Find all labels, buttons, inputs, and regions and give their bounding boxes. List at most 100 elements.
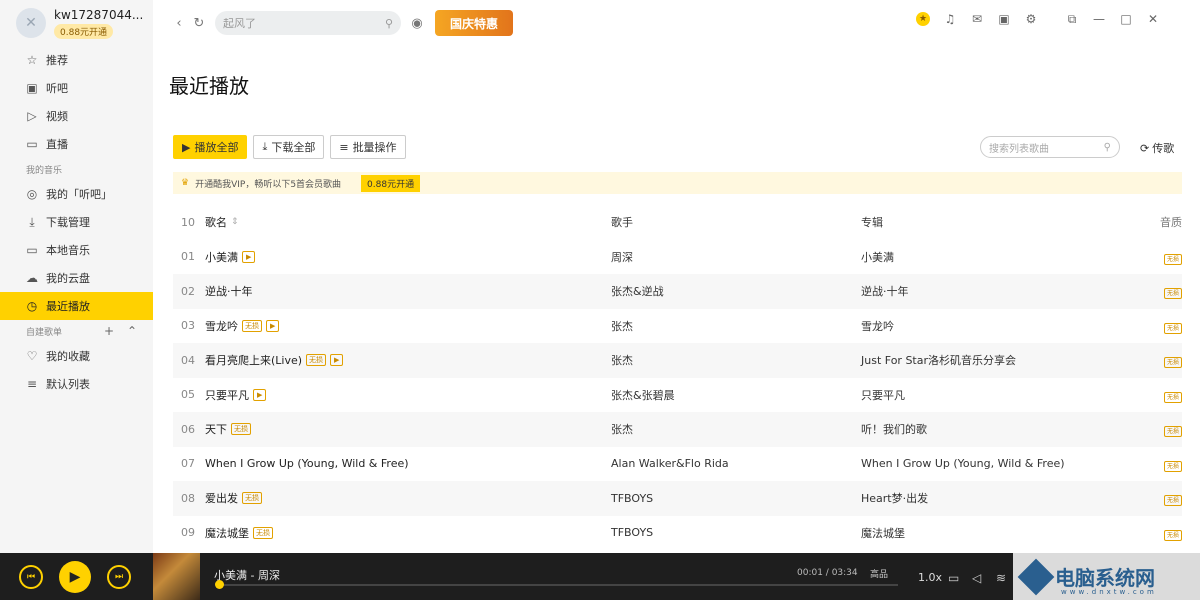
song-artist[interactable]: 张杰&逆战	[611, 283, 861, 299]
song-name[interactable]: 逆战·十年	[205, 283, 611, 299]
search-icon[interactable]: ⚲	[1104, 142, 1111, 153]
next-button[interactable]: ⏭	[107, 565, 131, 589]
table-row[interactable]: 07 When I Grow Up (Young, Wild & Free) Ala…	[173, 447, 1182, 482]
row-index: 02	[181, 284, 195, 298]
table-row[interactable]: 05 只要平凡 ▶ 张杰&张碧晨 只要平凡 无损	[173, 378, 1182, 413]
sidebar-item-cloud[interactable]: ☁ 我的云盘	[0, 264, 153, 292]
table-row[interactable]: 04 看月亮爬上来(Live) 无损 ▶ 张杰 Just For Star洛杉矶音乐分享会…	[173, 343, 1182, 378]
settings-icon[interactable]: ⚙	[1024, 12, 1038, 26]
sidebar-item-download[interactable]: ⤓ 下载管理	[0, 208, 153, 236]
sidebar-item-video[interactable]: ▷ 视频	[0, 102, 153, 130]
table-row[interactable]: 01 小美满 ▶ 周深 小美满 无损	[173, 240, 1182, 275]
song-artist[interactable]: Alan Walker&Flo Rida	[611, 457, 861, 470]
batch-button[interactable]: ≡ 批量操作	[330, 135, 406, 159]
crown-icon: ♛	[181, 178, 190, 188]
prev-button[interactable]: ⏮	[19, 565, 43, 589]
collapse-icon[interactable]: ⌃	[127, 324, 137, 338]
progress-knob[interactable]	[215, 580, 225, 589]
mail-icon[interactable]: ✉	[970, 12, 984, 26]
sidebar-item-heart[interactable]: ♡ 我的收藏	[0, 342, 153, 370]
song-album[interactable]: 小美满	[861, 249, 1152, 265]
sidebar-item-clock[interactable]: ◷ 最近播放	[0, 292, 153, 320]
quality-select[interactable]: 高品	[870, 567, 888, 580]
table-row[interactable]: 03 雪龙吟 无损 ▶ 张杰 雪龙吟 无损	[173, 309, 1182, 344]
song-album[interactable]: 听！我们的歌	[861, 421, 1152, 437]
song-album[interactable]: 逆战·十年	[861, 283, 1152, 299]
checklist-icon: ≡	[339, 140, 349, 154]
refresh-icon[interactable]: ↻	[189, 16, 209, 31]
maximize-icon[interactable]: □	[1119, 12, 1133, 26]
song-name[interactable]: 只要平凡 ▶	[205, 387, 611, 403]
progress-bar[interactable]	[215, 580, 898, 589]
song-artist[interactable]: 张杰	[611, 318, 861, 334]
add-playlist-icon[interactable]: +	[104, 324, 114, 338]
sidebar-item-list[interactable]: ≡ 默认列表	[0, 370, 153, 398]
sort-icon[interactable]: ⇕	[231, 217, 239, 227]
quality-tag: 无损	[1163, 495, 1182, 507]
song-name[interactable]: 爱出发 无损	[205, 490, 611, 506]
search-input[interactable]: 起风了 ⚲	[215, 11, 401, 35]
vip-open-button[interactable]: 0.88元开通	[361, 174, 421, 192]
row-index: 04	[181, 353, 195, 367]
table-row[interactable]: 06 天下 无损 张杰 听！我们的歌 无损	[173, 412, 1182, 447]
lyrics-icon[interactable]: ≋	[996, 571, 1006, 585]
song-artist[interactable]: 张杰	[611, 421, 861, 437]
play-all-button[interactable]: ▶ 播放全部	[173, 135, 248, 159]
close-icon[interactable]: ✕	[1146, 12, 1160, 26]
speed-button[interactable]: 1.0x	[918, 571, 942, 584]
mv-icon[interactable]: ▶	[253, 388, 267, 401]
play-button[interactable]: ▶	[59, 561, 91, 593]
song-album[interactable]: When I Grow Up (Young, Wild & Free)	[861, 457, 1152, 470]
song-artist[interactable]: TFBOYS	[611, 492, 861, 505]
search-icon[interactable]: ⚲	[385, 17, 393, 30]
mv-icon[interactable]: ▶	[330, 354, 344, 367]
download-all-button[interactable]: ⤓ 下载全部	[253, 135, 325, 159]
vip-open-badge[interactable]: 0.88元开通	[54, 23, 114, 39]
table-row[interactable]: 02 逆战·十年 张杰&逆战 逆战·十年 无损	[173, 274, 1182, 309]
album-cover[interactable]	[153, 553, 200, 600]
pass-song-button[interactable]: ⟳ 传歌	[1140, 140, 1174, 156]
headphone-icon[interactable]: ♫	[943, 12, 957, 26]
sidebar-item-live[interactable]: ▭ 直播	[0, 130, 153, 158]
sidebar-item-location[interactable]: ◎ 我的「听吧」	[0, 180, 153, 208]
table-row[interactable]: 08 爱出发 无损 TFBOYS Heart梦·出发 无损	[173, 481, 1182, 516]
song-album[interactable]: Heart梦·出发	[861, 490, 1152, 506]
song-name[interactable]: When I Grow Up (Young, Wild & Free)	[205, 457, 611, 470]
sidebar-item-star[interactable]: ☆ 推荐	[0, 46, 153, 74]
back-icon[interactable]: ‹	[169, 16, 189, 31]
song-album[interactable]: Just For Star洛杉矶音乐分享会	[861, 352, 1152, 368]
minimize-icon[interactable]: —	[1092, 12, 1106, 26]
header-name[interactable]: 歌名 ⇕	[205, 214, 611, 230]
song-name[interactable]: 看月亮爬上来(Live) 无损 ▶	[205, 352, 611, 368]
sidebar-item-radio[interactable]: ▣ 听吧	[0, 74, 153, 102]
avatar[interactable]: ✕	[16, 8, 46, 38]
profile[interactable]: ✕ kw17287044... 0.88元开通	[0, 0, 153, 46]
song-album[interactable]: 魔法城堡	[861, 525, 1152, 541]
song-artist[interactable]: 张杰	[611, 352, 861, 368]
screen-icon[interactable]: ▭	[948, 571, 959, 585]
song-album[interactable]: 只要平凡	[861, 387, 1152, 403]
recognize-icon[interactable]: ◉	[407, 16, 427, 31]
sidebar-item-monitor[interactable]: ▭ 本地音乐	[0, 236, 153, 264]
mv-icon[interactable]: ▶	[266, 319, 280, 332]
shirt-icon[interactable]: ▣	[997, 12, 1011, 26]
song-artist[interactable]: 周深	[611, 249, 861, 265]
quality-cell: 无损	[1152, 388, 1182, 403]
song-name[interactable]: 雪龙吟 无损 ▶	[205, 318, 611, 334]
volume-icon[interactable]: ◁	[972, 571, 981, 585]
now-playing[interactable]: 小美满 - 周深	[214, 567, 280, 583]
promo-banner[interactable]: 国庆特惠	[435, 10, 513, 36]
song-artist[interactable]: TFBOYS	[611, 526, 861, 539]
song-name[interactable]: 天下 无损	[205, 421, 611, 437]
username[interactable]: kw17287044...	[54, 8, 143, 22]
mv-icon[interactable]: ▶	[242, 250, 256, 263]
song-artist[interactable]: 张杰&张碧晨	[611, 387, 861, 403]
song-name[interactable]: 小美满 ▶	[205, 249, 611, 265]
quality-cell: 无损	[1152, 457, 1182, 472]
mini-mode-icon[interactable]: ⧉	[1065, 12, 1079, 26]
song-album[interactable]: 雪龙吟	[861, 318, 1152, 334]
song-name[interactable]: 魔法城堡 无损	[205, 525, 611, 541]
coin-icon[interactable]: ★	[916, 12, 930, 26]
table-row[interactable]: 09 魔法城堡 无损 TFBOYS 魔法城堡 无损	[173, 516, 1182, 551]
list-search-input[interactable]: 搜索列表歌曲 ⚲	[980, 136, 1120, 158]
